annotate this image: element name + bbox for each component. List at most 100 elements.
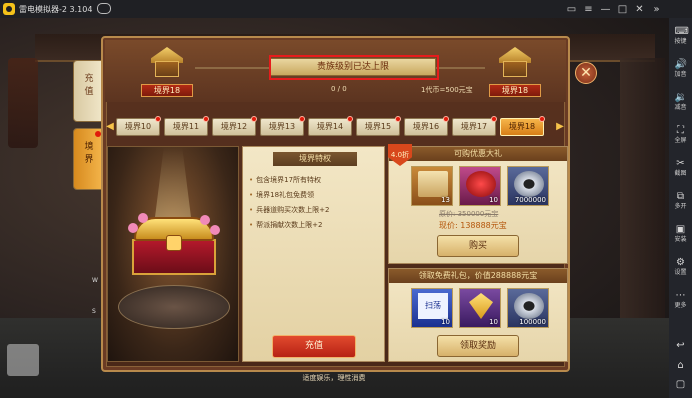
- window-title: 雷电模拟器-2 3.104: [19, 5, 93, 14]
- keyboard-icon: ⌨: [674, 26, 689, 37]
- app-logo-icon: [3, 3, 15, 15]
- notification-dot: [299, 116, 305, 122]
- title-bar: 雷电模拟器-2 3.104 ▭ ≡ — □ ✕ »: [0, 0, 692, 18]
- item-count: 13: [441, 196, 450, 204]
- sidebar-item-more[interactable]: ⋯ 更多: [669, 290, 692, 310]
- sweep-ticket-icon: 扫荡: [418, 293, 448, 319]
- claim-reward-button[interactable]: 领取奖励: [437, 335, 519, 357]
- minimize-icon[interactable]: —: [600, 4, 611, 15]
- current-price: 现价: 138888元宝: [439, 221, 507, 230]
- notification-dot: [251, 116, 257, 122]
- sidebar-label: 更多: [674, 302, 687, 309]
- notification-dot: [203, 116, 209, 122]
- gear-icon: ⚙: [676, 257, 685, 268]
- sidebar-label: 设置: [674, 269, 687, 276]
- tab-realm-18[interactable]: 境界18: [500, 116, 545, 136]
- chevron-right-icon[interactable]: ▶: [555, 120, 565, 134]
- free-gift-box: 领取免费礼包，价值288888元宝 扫荡 10 10 100000 领取奖励: [388, 268, 568, 362]
- free-items: 扫荡 10 10 100000: [411, 288, 549, 328]
- gift-item[interactable]: 13: [411, 166, 453, 206]
- privilege-item: 境界18礼包免费领: [249, 190, 314, 200]
- privilege-panel: 境界特权 包含境界17所有特权 境界18礼包免费领 兵器道购买次数上限+2 帮派…: [242, 146, 385, 362]
- bg-lantern: [8, 58, 38, 148]
- joystick-key[interactable]: [7, 344, 39, 376]
- side-tab-label: 充值: [82, 73, 93, 99]
- maximize-icon[interactable]: □: [617, 4, 628, 15]
- realm-pavilion-icon: [145, 43, 189, 87]
- gift-items: 13 10 7000000: [411, 166, 549, 206]
- gift-item[interactable]: 10: [459, 166, 501, 206]
- header-frame: 境界18 境界18 贵族级别已达上限 0 / 0 1代币=500元宝: [105, 40, 566, 102]
- treasure-chest-icon: [128, 213, 220, 277]
- buy-button[interactable]: 购买: [437, 235, 519, 257]
- original-price: 原价: 350000元宝: [439, 210, 499, 218]
- recharge-button[interactable]: 充值: [272, 335, 356, 358]
- bg-pillar: [620, 58, 665, 318]
- home-icon: ⌂: [677, 360, 684, 371]
- sidebar-label: 多开: [674, 203, 687, 210]
- side-tab-realm[interactable]: 境界: [73, 128, 103, 190]
- treasure-chest-illustration: [107, 146, 239, 362]
- close-window-icon[interactable]: ✕: [634, 4, 645, 15]
- gift-item[interactable]: 100000: [507, 288, 549, 328]
- volume-up-icon: 🔊: [674, 59, 687, 70]
- gift-item[interactable]: 扫荡 10: [411, 288, 453, 328]
- nav-back[interactable]: ↩: [669, 340, 692, 351]
- sidebar-item-fullscreen[interactable]: ⛶ 全屏: [669, 125, 692, 145]
- item-count: 10: [489, 318, 498, 326]
- tab-realm-12[interactable]: 境界12: [212, 116, 257, 136]
- key-s: S: [92, 308, 96, 315]
- nav-recent[interactable]: ▢: [669, 379, 692, 390]
- sidebar-label: 全屏: [674, 137, 687, 144]
- sidebar-item-volume-up[interactable]: 🔊 加音: [669, 59, 692, 79]
- item-count: 10: [489, 196, 498, 204]
- sidebar-item-keys[interactable]: ⌨ 按键: [669, 26, 692, 46]
- item-count: 7000000: [514, 196, 546, 204]
- side-tab-recharge[interactable]: 充值: [73, 60, 103, 122]
- install-icon: ▣: [675, 224, 686, 235]
- sidebar-item-multi[interactable]: ⧉ 多开: [669, 191, 692, 211]
- tab-realm-14[interactable]: 境界14: [308, 116, 353, 136]
- volume-down-icon: 🔉: [674, 92, 687, 103]
- sidebar-item-install[interactable]: ▣ 安装: [669, 224, 692, 244]
- notification-dot: [539, 116, 545, 122]
- gamepad-icon[interactable]: [97, 3, 111, 14]
- notification-dot: [347, 116, 353, 122]
- tab-realm-15[interactable]: 境界15: [356, 116, 401, 136]
- window-settings-icon[interactable]: ▭: [566, 4, 577, 15]
- gift-item[interactable]: 7000000: [507, 166, 549, 206]
- exchange-rate: 1代币=500元宝: [421, 86, 473, 94]
- tab-realm-11[interactable]: 境界11: [164, 116, 209, 136]
- scroll-icon: [418, 171, 448, 197]
- gold-crystal-icon: [469, 293, 493, 319]
- recent-apps-icon: ▢: [675, 379, 686, 390]
- scissors-icon: ✂: [676, 158, 685, 169]
- sidebar-item-settings[interactable]: ⚙ 设置: [669, 257, 692, 277]
- window-controls: ▭ ≡ — □ ✕ »: [566, 2, 662, 16]
- item-count: 10: [441, 318, 450, 326]
- realm-tabs: 境界10 境界11 境界12 境界13 境界14 境界15 境界16 境界17 …: [114, 116, 554, 137]
- emulator-sidebar: ⌨ 按键 🔊 加音 🔉 减音 ⛶ 全屏 ✂ 截图 ⧉ 多开 ▣ 安装 ⚙ 设置 ⋯ 更多 ↩ ⌂ …: [669, 18, 692, 398]
- tab-realm-16[interactable]: 境界16: [404, 116, 449, 136]
- menu-icon[interactable]: ≡: [583, 4, 594, 15]
- close-icon: ✕: [580, 65, 592, 81]
- realm-pavilion-icon: [493, 43, 537, 87]
- close-panel-button[interactable]: ✕: [575, 62, 597, 84]
- current-level-tag: 境界18: [141, 84, 193, 97]
- sidebar-item-screenshot[interactable]: ✂ 截图: [669, 158, 692, 178]
- side-tab-label: 境界: [82, 141, 93, 167]
- notification-dot: [155, 116, 161, 122]
- tab-realm-13[interactable]: 境界13: [260, 116, 305, 136]
- free-gift-title: 领取免费礼包，价值288888元宝: [389, 269, 567, 283]
- gift-item[interactable]: 10: [459, 288, 501, 328]
- tab-realm-17[interactable]: 境界17: [452, 116, 497, 136]
- item-count: 100000: [519, 318, 546, 326]
- privilege-item: 包含境界17所有特权: [249, 175, 321, 185]
- tab-realm-10[interactable]: 境界10: [116, 116, 161, 136]
- notification-dot: [491, 116, 497, 122]
- collapse-sidebar-icon[interactable]: »: [651, 4, 662, 15]
- nav-home[interactable]: ⌂: [669, 360, 692, 371]
- next-level-tag: 境界18: [489, 84, 541, 97]
- privilege-title: 境界特权: [273, 152, 357, 166]
- sidebar-item-volume-down[interactable]: 🔉 减音: [669, 92, 692, 112]
